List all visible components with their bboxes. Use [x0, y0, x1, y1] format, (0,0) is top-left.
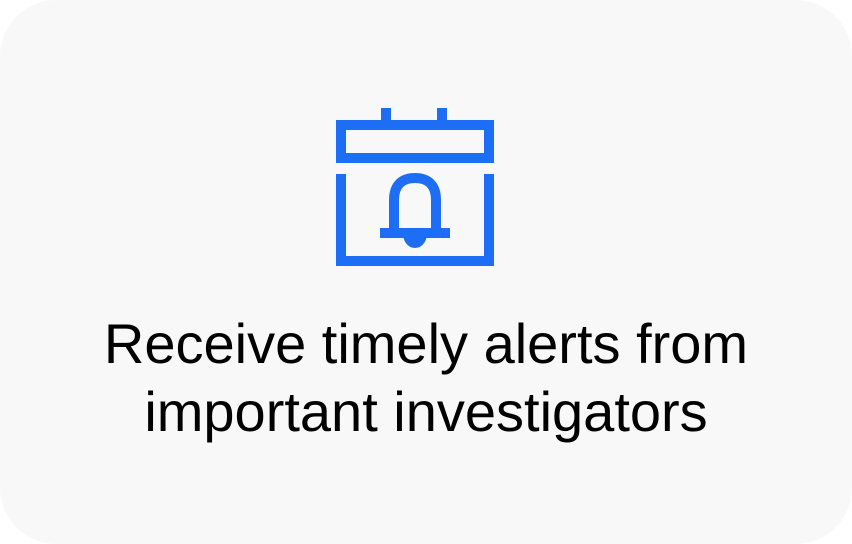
calendar-bell-icon [336, 106, 494, 266]
feature-title: Receive timely alerts from important inv… [20, 310, 832, 446]
feature-title-line-2: important investigators [144, 380, 708, 443]
feature-card: Receive timely alerts from important inv… [0, 0, 852, 544]
feature-title-line-1: Receive timely alerts from [103, 312, 749, 375]
